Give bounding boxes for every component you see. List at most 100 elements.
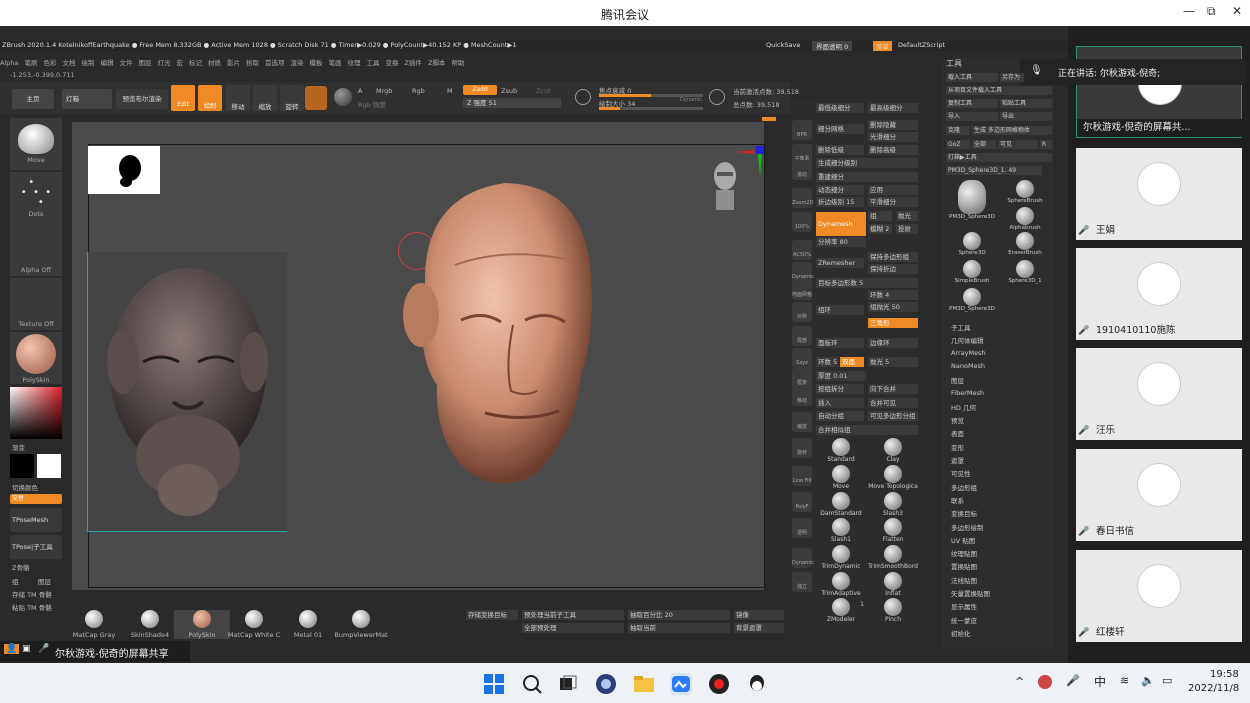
wifi-icon[interactable]: ≋	[1120, 674, 1129, 687]
subdiv-loops-5[interactable]: 环数 5	[816, 357, 838, 367]
menu-item[interactable]: 绘制	[81, 59, 94, 67]
subdiv-dynamic-subdiv[interactable]: 动态细分	[816, 185, 864, 195]
icon-7[interactable]: Dynamic透视	[792, 262, 814, 310]
tool-clone[interactable]: 克隆	[946, 126, 970, 135]
menu-item[interactable]: 笔刷	[24, 59, 37, 67]
brush-pinch[interactable]: Pinch	[868, 598, 918, 623]
menu-toggle[interactable]: 菜单	[873, 41, 892, 51]
tool-section[interactable]: 预览	[951, 415, 964, 425]
texture-slot[interactable]: Texture Off	[10, 278, 62, 330]
subdiv-delete-lower[interactable]: 删除低级	[816, 145, 864, 155]
tool-thumb-8[interactable]: PM3D_Sphere3D	[947, 288, 997, 312]
subdiv-polish-5[interactable]: 抛光 5	[868, 357, 918, 367]
menu-item[interactable]: 灯光	[157, 59, 170, 67]
qq-icon[interactable]	[746, 673, 768, 695]
icon-4[interactable]: Zoom2D	[792, 188, 813, 208]
tool-visible[interactable]: 可见	[998, 140, 1038, 149]
file-explorer-icon[interactable]	[633, 673, 655, 695]
subdiv-highest[interactable]: 最高级细分	[868, 103, 918, 113]
brush-inflat[interactable]: Inflat	[868, 572, 918, 597]
menu-item[interactable]: 文件	[119, 59, 132, 67]
brush-trimsmoothbord[interactable]: TrimSmoothBord	[868, 545, 918, 570]
participant-tile[interactable]: 🎤 王娟	[1076, 148, 1242, 240]
menu-item[interactable]: 渲染	[290, 59, 303, 67]
restore-button[interactable]: ⧉	[1207, 4, 1216, 19]
tool-section[interactable]: 变换目标	[951, 508, 977, 518]
preview-render-button[interactable]: 预览布尔渲染	[116, 89, 168, 109]
tool-section[interactable]: 矢量置换贴图	[951, 588, 990, 598]
tool-section[interactable]: UV 贴图	[951, 535, 975, 545]
clock-time[interactable]: 19:58	[1210, 669, 1239, 680]
tool-section[interactable]: 表面	[951, 428, 964, 438]
brush-standard[interactable]: Standard	[816, 438, 866, 463]
tool-section[interactable]: 几何体编辑	[951, 335, 984, 345]
home-button[interactable]: 主页	[12, 89, 54, 109]
tool-section[interactable]: 初始化	[951, 628, 971, 638]
tool-section[interactable]: 联系	[951, 495, 964, 505]
layer-button[interactable]: 图层	[38, 576, 51, 586]
axis-gizmo-icon[interactable]	[734, 144, 766, 180]
menu-item[interactable]: 变换	[385, 59, 398, 67]
scale-button[interactable]: 缩放	[253, 85, 277, 111]
participant-tile[interactable]: 🎤 汪乐	[1076, 348, 1242, 440]
bottom-mirror[interactable]: 镜像	[734, 610, 784, 620]
quicksave-button[interactable]: QuickSave	[766, 41, 800, 49]
tool-thumb-7[interactable]: Sphere3D_1	[1000, 260, 1050, 284]
icon-12[interactable]: 框架	[792, 368, 812, 388]
menu-item[interactable]: 图层	[138, 59, 151, 67]
menu-item[interactable]: 影片	[227, 59, 240, 67]
edit-button[interactable]: Edit	[171, 85, 195, 111]
alpha-thumbnail[interactable]	[88, 146, 160, 194]
subdiv-lowest[interactable]: 最低级细分	[816, 103, 864, 113]
tool-make-polymesh[interactable]: 生成 多边形网格物体	[972, 126, 1052, 135]
tray-app-icon[interactable]	[1038, 675, 1052, 689]
subdiv-smooth-subdiv[interactable]: 光滑细分	[868, 132, 918, 142]
menu-item[interactable]: 模板	[309, 59, 322, 67]
material-3[interactable]: PolySkin	[174, 610, 230, 639]
tool-section[interactable]: 图层	[951, 375, 964, 385]
tool-load-tool[interactable]: 载入工具	[946, 73, 998, 82]
material-5[interactable]: Metal 01	[280, 610, 336, 639]
subdiv-smooth-sub[interactable]: 平滑细分	[868, 197, 918, 207]
icon-8[interactable]: 地面网格	[792, 280, 812, 300]
zsub-toggle[interactable]: Zsub	[501, 87, 517, 95]
save-tm-button[interactable]: 存储 TM 骨骼	[12, 589, 52, 599]
brush-zmodeler[interactable]: ZModeler	[816, 598, 866, 623]
menu-item[interactable]: 宏	[176, 59, 183, 67]
tool-save-as[interactable]: 另存为	[1000, 73, 1024, 82]
tool-r[interactable]: R	[1040, 140, 1052, 149]
zadd-toggle[interactable]: Zadd	[463, 85, 497, 95]
icon-15[interactable]: 旋转	[792, 438, 812, 458]
volume-icon[interactable]: 🔈	[1141, 674, 1155, 687]
bottom-take-percent[interactable]: 抽取百分比 20	[628, 610, 730, 620]
subdiv-blur[interactable]: 模糊 2	[868, 224, 892, 234]
brush-flatten[interactable]: Flatten	[868, 518, 918, 543]
triangle-toggle[interactable]: 三角形	[868, 318, 918, 328]
tool-thumb-4[interactable]: Sphere3D	[947, 232, 997, 256]
alternate-toggle[interactable]: 交替	[10, 494, 62, 504]
menu-item[interactable]: Alpha	[0, 59, 18, 67]
draw-size-bar[interactable]	[599, 107, 703, 110]
tool-section[interactable]: 可见性	[951, 468, 971, 478]
subdiv-polish[interactable]: 抛光	[896, 211, 918, 221]
tool-section[interactable]: 多边形组	[951, 482, 977, 492]
participant-tile[interactable]: 🎤 红楼轩	[1076, 550, 1242, 642]
subdiv-generate[interactable]: 生成细分级别	[816, 158, 918, 168]
bottom-preview-subtool[interactable]: 预处理当前子工具	[522, 610, 624, 620]
sculpted-head-model[interactable]	[385, 175, 605, 505]
stroke-slot[interactable]: • • • • • Dots	[10, 172, 62, 224]
color-sphere-icon[interactable]	[334, 88, 352, 106]
subdiv-loop[interactable]: 组抛光 50	[868, 302, 918, 312]
bottom-bg-mask[interactable]: 背景遮罩	[734, 623, 784, 633]
subdiv-panel-loops[interactable]: 面板环	[816, 338, 864, 348]
tool-thumb-1[interactable]: PM3D_Sphere3D	[947, 180, 997, 220]
main-color-swatch[interactable]	[10, 454, 34, 478]
tool-section[interactable]: 纹理贴图	[951, 548, 977, 558]
subdiv-count[interactable]: 环数 4	[868, 290, 918, 300]
brush-trimadaptive[interactable]: TrimAdaptive	[816, 572, 866, 597]
rotate-button[interactable]: 旋转	[280, 85, 304, 111]
zcut-toggle[interactable]: Zcut	[536, 87, 551, 95]
icon-5[interactable]: 100%	[792, 212, 812, 232]
tool-all[interactable]: 全部	[972, 140, 996, 149]
subdiv-crease-level[interactable]: 折边级别 15	[816, 197, 864, 207]
